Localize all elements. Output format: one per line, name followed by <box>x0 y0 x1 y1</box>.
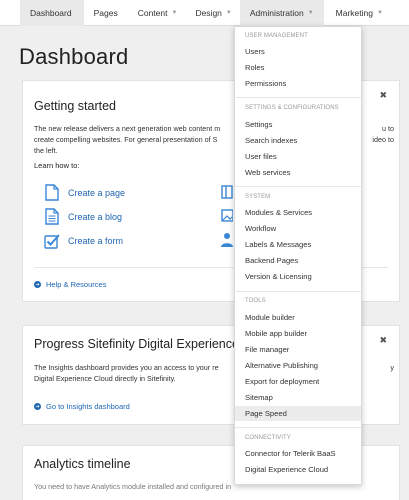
nav-marketing[interactable]: Marketing ▼ <box>324 0 391 26</box>
desc-line-2: create compelling websites. For general … <box>34 135 218 144</box>
learn-how-label: Learn how to: <box>34 161 80 170</box>
menu-item-sitemap[interactable]: Sitemap <box>235 390 361 405</box>
nav-marketing-label: Marketing <box>335 7 373 18</box>
progress-desc-line-1-end: y <box>390 363 394 372</box>
menu-item-label: Alternative Publishing <box>245 361 319 370</box>
menu-item-modules-services[interactable]: Modules & Services <box>235 205 361 220</box>
administration-dropdown: USER MANAGEMENT Users Roles Permissions … <box>234 26 362 485</box>
menu-separator <box>235 186 361 187</box>
desc-line-1-end: u to <box>382 124 394 133</box>
chevron-down-icon: ▼ <box>377 9 383 16</box>
heading-system: SYSTEM <box>245 194 271 200</box>
nav-dashboard[interactable]: Dashboard <box>20 0 84 26</box>
help-resources-link[interactable]: ➜ Help & Resources <box>34 280 106 289</box>
page-icon <box>43 184 60 201</box>
menu-item-permissions[interactable]: Permissions <box>235 76 361 91</box>
menu-item-label: Version & Licensing <box>245 272 312 281</box>
users-icon[interactable] <box>220 232 233 253</box>
menu-item-label: Connector for Telerik BaaS <box>245 449 336 458</box>
nav-design-label: Design <box>195 7 222 18</box>
close-icon[interactable]: ✖ <box>379 335 387 346</box>
menu-item-version-licensing[interactable]: Version & Licensing <box>235 269 361 284</box>
menu-item-label: Settings <box>245 120 273 129</box>
menu-item-label: Labels & Messages <box>245 240 312 249</box>
image-icon[interactable] <box>221 209 234 227</box>
heading-tools: TOOLS <box>245 298 266 304</box>
checkbox-icon <box>43 232 60 249</box>
heading-user-management: USER MANAGEMENT <box>245 33 308 39</box>
blog-icon <box>43 208 60 225</box>
menu-separator <box>235 291 361 292</box>
menu-item-label: Workflow <box>245 224 277 233</box>
nav-pages[interactable]: Pages <box>84 0 126 26</box>
menu-item-web-services[interactable]: Web services <box>235 165 361 180</box>
menu-item-workflow[interactable]: Workflow <box>235 221 361 236</box>
desc-line-1: The new release delivers a next generati… <box>34 124 221 133</box>
analytics-title: Analytics timeline <box>34 457 131 471</box>
menu-item-label: Users <box>245 47 265 56</box>
menu-item-module-builder[interactable]: Module builder <box>235 310 361 325</box>
menu-item-label: Backend Pages <box>245 256 299 265</box>
chevron-down-icon: ▼ <box>171 9 178 16</box>
menu-item-mobile-app-builder[interactable]: Mobile app builder <box>235 326 361 341</box>
desc-line-2-end: ideo to <box>372 135 394 144</box>
menu-item-label: Digital Experience Cloud <box>245 465 329 474</box>
nav-content[interactable]: Content ▼ <box>126 0 186 26</box>
menu-item-label: File manager <box>245 345 290 354</box>
menu-item-label: Web services <box>245 168 291 177</box>
arrow-right-circle-icon: ➜ <box>34 403 41 410</box>
menu-item-label: Export for deployment <box>245 377 320 386</box>
nav-dashboard-label: Dashboard <box>30 7 72 18</box>
create-blog-label: Create a blog <box>68 211 123 222</box>
close-icon[interactable]: ✖ <box>379 90 387 101</box>
heading-connectivity: CONNECTIVITY <box>245 435 291 441</box>
menu-item-telerik-baas[interactable]: Connector for Telerik BaaS <box>235 446 361 461</box>
menu-item-label: Search indexes <box>245 136 298 145</box>
menu-item-backend-pages[interactable]: Backend Pages <box>235 253 361 268</box>
menu-item-label: Roles <box>245 63 265 72</box>
nav-design[interactable]: Design ▼ <box>185 0 239 26</box>
page-title: Dashboard <box>19 44 129 69</box>
menu-item-alternative-publishing[interactable]: Alternative Publishing <box>235 358 361 373</box>
create-page-link[interactable]: Create a page <box>43 184 125 201</box>
menu-item-users[interactable]: Users <box>235 44 361 59</box>
menu-separator <box>235 427 361 428</box>
menu-item-label: User files <box>245 152 277 161</box>
menu-item-roles[interactable]: Roles <box>235 60 361 75</box>
insights-dashboard-label: Go to Insights dashboard <box>46 402 130 411</box>
menu-item-label: Mobile app builder <box>245 329 308 338</box>
menu-item-page-speed[interactable]: Page Speed <box>235 406 361 421</box>
top-navigation: Dashboard Pages Content ▼ Design ▼ Adminis… <box>0 0 409 26</box>
create-blog-link[interactable]: Create a blog <box>43 208 122 225</box>
progress-desc-line-1: The Insights dashboard provides you an a… <box>34 363 219 372</box>
layout-icon[interactable] <box>221 185 233 204</box>
menu-item-label: Page Speed <box>245 409 287 418</box>
help-resources-label: Help & Resources <box>46 280 107 289</box>
menu-item-label: Modules & Services <box>245 208 313 217</box>
menu-item-export-deployment[interactable]: Export for deployment <box>235 374 361 389</box>
heading-settings: SETTINGS & CONFIGURATIONS <box>245 105 339 111</box>
create-page-label: Create a page <box>68 187 126 198</box>
chevron-down-icon: ▼ <box>307 9 314 16</box>
menu-item-labels-messages[interactable]: Labels & Messages <box>235 237 361 252</box>
menu-item-label: Module builder <box>245 313 295 322</box>
nav-administration[interactable]: Administration ▼ <box>239 0 324 26</box>
nav-administration-label: Administration <box>249 7 304 18</box>
arrow-right-circle-icon: ➜ <box>34 281 41 288</box>
menu-item-search-indexes[interactable]: Search indexes <box>235 133 361 148</box>
menu-item-label: Sitemap <box>245 393 273 402</box>
menu-item-user-files[interactable]: User files <box>235 149 361 164</box>
menu-item-digital-experience-cloud[interactable]: Digital Experience Cloud <box>235 462 361 477</box>
menu-item-label: Permissions <box>245 79 287 88</box>
create-form-label: Create a form <box>68 235 124 246</box>
nav-pages-label: Pages <box>93 7 118 18</box>
menu-item-file-manager[interactable]: File manager <box>235 342 361 357</box>
getting-started-title: Getting started <box>34 99 116 113</box>
nav-content-label: Content <box>137 7 168 18</box>
create-form-link[interactable]: Create a form <box>43 232 123 249</box>
menu-separator <box>235 97 361 98</box>
insights-dashboard-link[interactable]: ➜ Go to Insights dashboard <box>34 402 130 411</box>
chevron-down-icon: ▼ <box>225 9 232 16</box>
menu-item-settings[interactable]: Settings <box>235 117 361 132</box>
